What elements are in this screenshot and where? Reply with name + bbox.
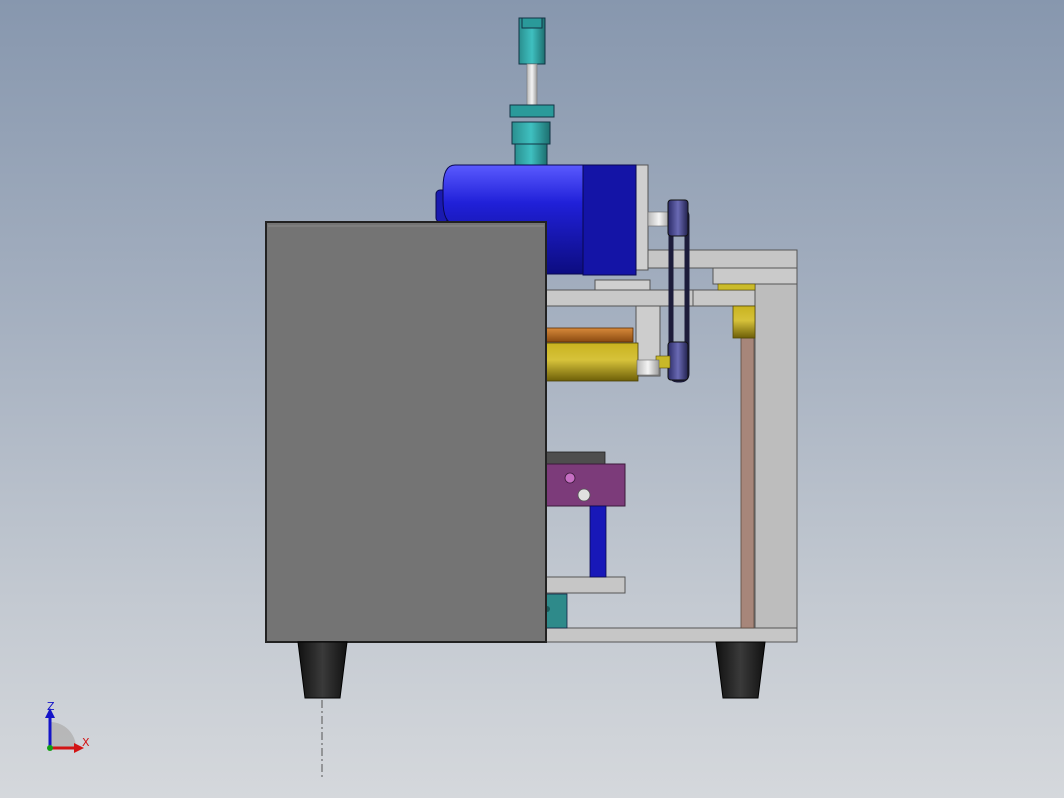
- frame-mid-rail-right[interactable]: [692, 289, 756, 307]
- rod-top-collar[interactable]: [732, 305, 756, 339]
- triad-x-label: X: [82, 736, 90, 749]
- lower-pulley[interactable]: [667, 341, 689, 381]
- frame-right-upright[interactable]: [754, 267, 798, 631]
- cylinder-body[interactable]: [514, 143, 548, 167]
- frame-motor-mount[interactable]: [594, 279, 651, 291]
- blue-support-post[interactable]: [589, 505, 607, 578]
- rod-upper-collar[interactable]: [717, 283, 756, 291]
- yellow-roller[interactable]: [544, 342, 639, 382]
- motor-shaft[interactable]: [647, 211, 671, 227]
- motor-flange[interactable]: [582, 164, 637, 276]
- cylinder-gland-nut[interactable]: [511, 121, 551, 145]
- frame-lower-shelf[interactable]: [544, 576, 626, 594]
- bracket-hole-upper: [564, 472, 576, 484]
- upper-pulley[interactable]: [667, 199, 689, 237]
- cylinder-lock-nut[interactable]: [509, 104, 555, 118]
- cad-viewport[interactable]: Z X: [0, 0, 1064, 798]
- coordinate-triad[interactable]: Z X: [45, 700, 90, 753]
- bracket-hole-lower: [577, 488, 591, 502]
- left-foot[interactable]: [297, 641, 348, 699]
- top-cylinder[interactable]: [509, 17, 555, 167]
- cylinder-rod[interactable]: [526, 63, 538, 107]
- cylinder-top-nut[interactable]: [521, 17, 543, 29]
- roller-shaft[interactable]: [636, 359, 660, 376]
- triad-origin: [47, 745, 53, 751]
- frame-bottom-rail[interactable]: [544, 627, 798, 643]
- vertical-guide-rod[interactable]: [740, 337, 755, 629]
- right-foot[interactable]: [715, 641, 766, 699]
- grey-cover-panel[interactable]: [265, 221, 547, 643]
- triad-plane-arc: [50, 722, 76, 748]
- frame-upper-plate[interactable]: [712, 267, 798, 285]
- frame-motor-side-plate[interactable]: [635, 164, 649, 271]
- triad-z-label: Z: [47, 700, 55, 713]
- bracket-top-plate[interactable]: [544, 451, 606, 465]
- machine-assembly-model[interactable]: Z X: [0, 0, 1064, 798]
- orange-roller[interactable]: [544, 327, 634, 343]
